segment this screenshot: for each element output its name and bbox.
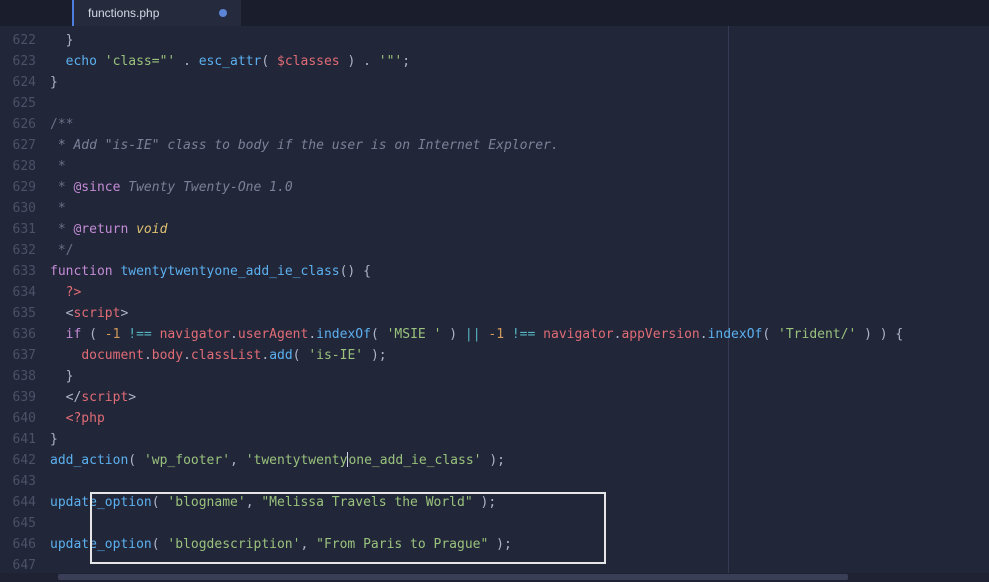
line-number: 637: [0, 345, 36, 366]
code-line[interactable]: /**: [44, 114, 989, 135]
line-number: 625: [0, 93, 36, 114]
line-number: 635: [0, 303, 36, 324]
horizontal-scrollbar[interactable]: [0, 573, 989, 582]
line-number: 634: [0, 282, 36, 303]
line-number: 623: [0, 51, 36, 72]
code-line[interactable]: ?>: [44, 282, 989, 303]
code-line[interactable]: }: [44, 72, 989, 93]
code-editor: functions.php 622 623 624 625 626 627 62…: [0, 0, 989, 582]
code-line[interactable]: }: [44, 366, 989, 387]
code-area[interactable]: 622 623 624 625 626 627 628 629 630 631 …: [0, 26, 989, 573]
line-number: 633: [0, 261, 36, 282]
line-number: 644: [0, 492, 36, 513]
line-number: 627: [0, 135, 36, 156]
code-line[interactable]: *: [44, 156, 989, 177]
unsaved-indicator-icon: [219, 9, 227, 17]
code-line[interactable]: <script>: [44, 303, 989, 324]
code-line[interactable]: * Add "is-IE" class to body if the user …: [44, 135, 989, 156]
code-line[interactable]: [44, 471, 989, 492]
line-number: 632: [0, 240, 36, 261]
line-number: 647: [0, 555, 36, 573]
line-number-gutter: 622 623 624 625 626 627 628 629 630 631 …: [0, 26, 44, 573]
line-number: 645: [0, 513, 36, 534]
code-line[interactable]: add_action( 'wp_footer', 'twentytwentyon…: [44, 450, 989, 471]
tab-bar: functions.php: [0, 0, 989, 26]
tab-spacer: [0, 0, 72, 26]
line-number: 624: [0, 72, 36, 93]
code-line[interactable]: }: [44, 30, 989, 51]
line-number: 622: [0, 30, 36, 51]
code-line[interactable]: <?php: [44, 408, 989, 429]
line-number: 640: [0, 408, 36, 429]
code-line[interactable]: * @since Twenty Twenty-One 1.0: [44, 177, 989, 198]
code-lines[interactable]: } echo 'class="' . esc_attr( $classes ) …: [44, 26, 989, 573]
line-number: 626: [0, 114, 36, 135]
line-number: 641: [0, 429, 36, 450]
code-line[interactable]: [44, 513, 989, 534]
tab-filename: functions.php: [88, 6, 159, 20]
line-number: 636: [0, 324, 36, 345]
line-number: 643: [0, 471, 36, 492]
code-line[interactable]: echo 'class="' . esc_attr( $classes ) . …: [44, 51, 989, 72]
line-number: 630: [0, 198, 36, 219]
code-line[interactable]: */: [44, 240, 989, 261]
code-line[interactable]: [44, 555, 989, 573]
code-line[interactable]: document.body.classList.add( 'is-IE' );: [44, 345, 989, 366]
code-line[interactable]: * @return void: [44, 219, 989, 240]
scrollbar-thumb[interactable]: [58, 574, 848, 580]
code-line[interactable]: [44, 93, 989, 114]
line-number: 631: [0, 219, 36, 240]
line-number: 642: [0, 450, 36, 471]
code-line[interactable]: if ( -1 !== navigator.userAgent.indexOf(…: [44, 324, 989, 345]
code-line[interactable]: update_option( 'blogdescription', "From …: [44, 534, 989, 555]
code-line[interactable]: }: [44, 429, 989, 450]
line-number: 639: [0, 387, 36, 408]
code-line[interactable]: </script>: [44, 387, 989, 408]
line-number: 646: [0, 534, 36, 555]
code-line[interactable]: update_option( 'blogname', "Melissa Trav…: [44, 492, 989, 513]
code-line[interactable]: *: [44, 198, 989, 219]
file-tab[interactable]: functions.php: [72, 0, 241, 26]
code-line[interactable]: function twentytwentyone_add_ie_class() …: [44, 261, 989, 282]
line-number: 628: [0, 156, 36, 177]
line-number: 638: [0, 366, 36, 387]
line-number: 629: [0, 177, 36, 198]
